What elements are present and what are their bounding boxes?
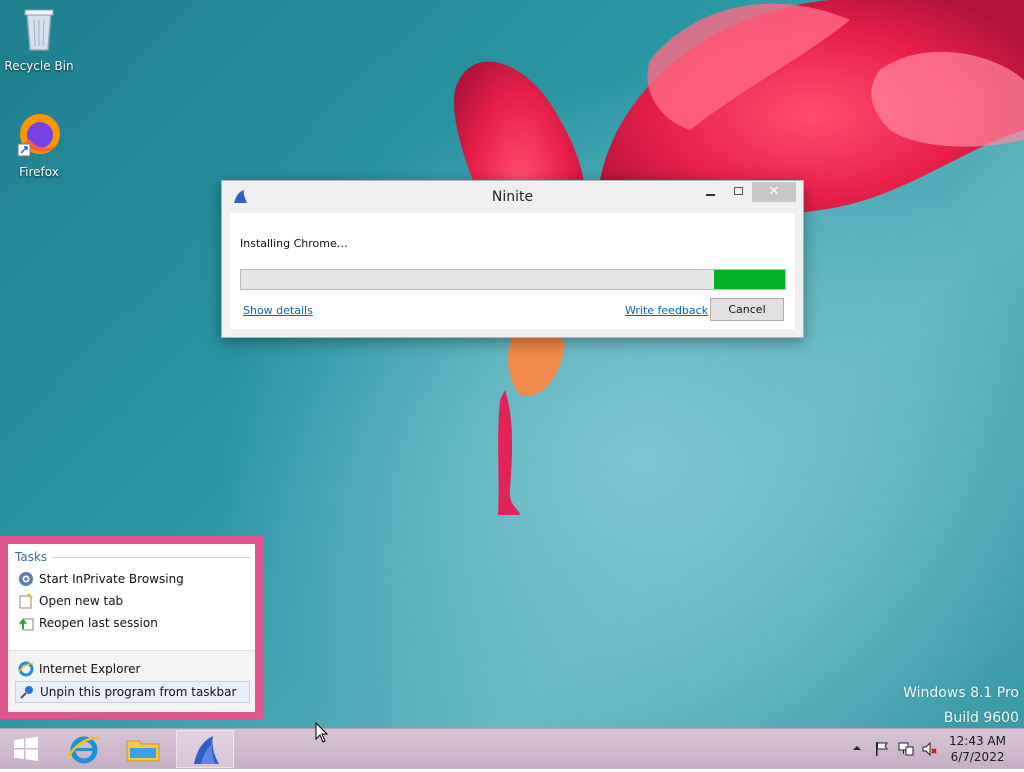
firefox-icon [17,114,60,157]
clock-date: 6/7/2022 [950,750,1005,764]
jump-item-unpin[interactable]: Unpin this program from taskbar [15,681,250,703]
jump-item-inprivate-label: Start InPrivate Browsing [39,572,184,586]
jump-item-new-tab-label: Open new tab [39,594,124,608]
internet-explorer-button[interactable] [58,730,110,768]
jump-item-inprivate[interactable]: Start InPrivate Browsing [15,569,248,589]
minimize-button[interactable] [698,182,724,202]
recycle-bin-label: Recycle Bin [4,59,74,73]
jump-item-internet-explorer[interactable]: Internet Explorer [15,659,248,679]
ie-icon [18,661,34,677]
recycle-bin-icon [24,9,54,51]
volume-muted-icon[interactable] [922,741,938,760]
new-tab-icon [19,593,33,609]
show-hidden-icons-button[interactable] [852,742,862,756]
install-progress-fill [714,270,785,289]
ninite-icon [194,736,219,764]
maximize-icon [734,187,743,195]
os-watermark-build: Build 9600 [943,710,1019,726]
jump-item-new-tab[interactable]: Open new tab [15,591,248,611]
ninite-titlebar[interactable]: Ninite ✕ [222,181,803,213]
os-watermark-edition: Windows 8.1 Pro [903,685,1019,701]
action-center-icon[interactable] [874,741,890,760]
write-feedback-link[interactable]: Write feedback [625,304,708,317]
taskbar: 12:43 AM 6/7/2022 [0,728,1024,769]
windows-logo-icon [14,736,38,761]
jump-item-reopen-session-label: Reopen last session [39,616,158,630]
jump-item-unpin-label: Unpin this program from taskbar [40,685,237,699]
firefox-shortcut[interactable]: Firefox [1,112,77,179]
jump-list-footer: Internet Explorer Unpin this program fro… [8,650,255,712]
cancel-button[interactable]: Cancel [710,298,784,321]
mouse-cursor-icon [315,722,329,743]
ninite-content: Installing Chrome… Show details Write fe… [230,213,795,329]
recycle-bin-shortcut[interactable]: Recycle Bin [1,6,77,73]
ie-jump-list: Tasks Start InPrivate Browsing Open new … [0,536,263,719]
file-explorer-button[interactable] [117,730,169,768]
desktop: Recycle Bin Firefox Windows 8.1 Pro Buil… [0,0,1024,728]
jump-item-internet-explorer-label: Internet Explorer [39,662,141,676]
jump-list-panel: Tasks Start InPrivate Browsing Open new … [8,544,255,712]
show-details-link[interactable]: Show details [243,304,313,317]
firefox-label: Firefox [19,165,59,179]
folder-icon [126,740,160,762]
unpin-icon [20,686,33,699]
start-button[interactable] [4,730,48,768]
install-status-text: Installing Chrome… [240,237,348,250]
tasks-header: Tasks [15,550,48,564]
taskbar-clock[interactable]: 12:43 AM 6/7/2022 [949,733,1006,765]
network-icon[interactable] [898,741,914,760]
reopen-session-icon [19,618,34,631]
inprivate-icon [19,572,33,586]
clock-time: 12:43 AM [949,734,1006,748]
ie-icon [66,736,101,764]
jump-item-reopen-session[interactable]: Reopen last session [15,613,248,633]
minimize-icon [706,194,715,196]
tasks-divider [52,557,250,558]
ninite-button[interactable] [176,730,234,768]
close-icon: ✕ [768,184,780,199]
chevron-up-icon [853,746,861,750]
install-progress-bar [240,269,786,290]
close-button[interactable]: ✕ [752,182,796,202]
maximize-button[interactable] [726,182,752,202]
ninite-window: Ninite ✕ Installing Chrome… Show details… [221,180,804,338]
